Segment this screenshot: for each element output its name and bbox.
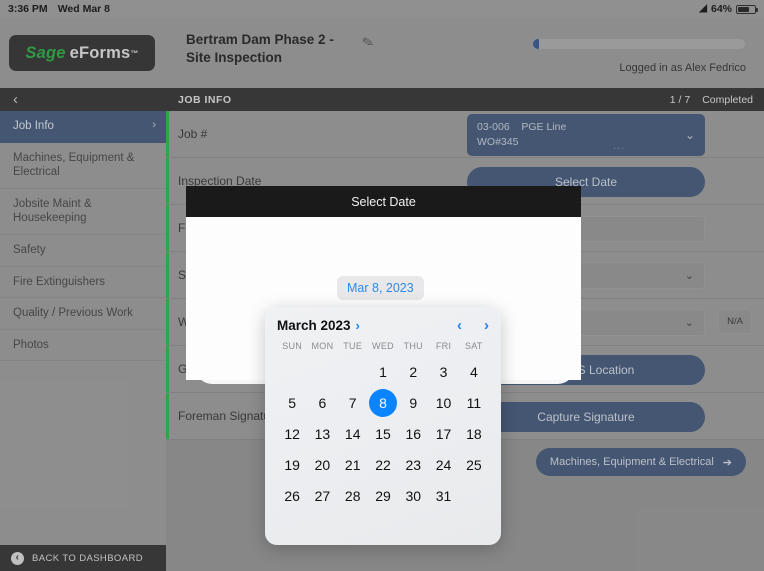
calendar-prev-month-icon[interactable]: ‹ xyxy=(457,317,462,334)
calendar-day-16[interactable]: 16 xyxy=(398,419,428,449)
calendar-day-blank xyxy=(338,357,368,387)
calendar-weekday-sat: SAT xyxy=(464,341,483,351)
calendar-popover: March 2023 › ‹ › SUN MON TUE WED THU FRI SAT 1 2… xyxy=(265,307,501,545)
calendar-month-selector[interactable]: March 2023 › xyxy=(277,318,360,333)
calendar-day-21[interactable]: 21 xyxy=(338,450,368,480)
calendar-day-13[interactable]: 13 xyxy=(307,419,337,449)
calendar-day-23[interactable]: 23 xyxy=(398,450,428,480)
calendar-weekday-sun: SUN xyxy=(282,341,303,351)
calendar-day-9[interactable]: 9 xyxy=(398,388,428,418)
calendar-day-27[interactable]: 27 xyxy=(307,481,337,511)
calendar-day-30[interactable]: 30 xyxy=(398,481,428,511)
calendar-month-label: March 2023 xyxy=(277,318,351,333)
selected-date-pill[interactable]: Mar 8, 2023 xyxy=(337,276,424,300)
calendar-day-20[interactable]: 20 xyxy=(307,450,337,480)
calendar-day-11[interactable]: 11 xyxy=(459,388,489,418)
calendar-weekday-mon: MON xyxy=(311,341,334,351)
calendar-weekday-fri: FRI xyxy=(435,341,452,351)
calendar-day-26[interactable]: 26 xyxy=(277,481,307,511)
calendar-day-31[interactable]: 31 xyxy=(428,481,458,511)
calendar-day-28[interactable]: 28 xyxy=(338,481,368,511)
calendar-day-6[interactable]: 6 xyxy=(307,388,337,418)
select-date-modal: Select Date Mar 8, 2023 xyxy=(186,186,581,380)
chevron-right-icon: › xyxy=(355,318,360,333)
calendar-grid: SUN MON TUE WED THU FRI SAT 1 2 3 4 5 6 7 8 9 10 11 12 13 14… xyxy=(277,341,489,511)
calendar-day-4[interactable]: 4 xyxy=(459,357,489,387)
calendar-day-blank xyxy=(307,357,337,387)
calendar-next-month-icon[interactable]: › xyxy=(484,317,489,334)
calendar-weekday-thu: THU xyxy=(403,341,423,351)
calendar-day-22[interactable]: 22 xyxy=(368,450,398,480)
calendar-day-7[interactable]: 7 xyxy=(338,388,368,418)
calendar-day-15[interactable]: 15 xyxy=(368,419,398,449)
calendar-day-2[interactable]: 2 xyxy=(398,357,428,387)
calendar-day-blank xyxy=(277,357,307,387)
calendar-day-1[interactable]: 1 xyxy=(368,357,398,387)
calendar-header: March 2023 › ‹ › xyxy=(277,317,489,334)
calendar-weekday-wed: WED xyxy=(372,341,394,351)
calendar-day-18[interactable]: 18 xyxy=(459,419,489,449)
calendar-day-25[interactable]: 25 xyxy=(459,450,489,480)
calendar-weekday-tue: TUE xyxy=(343,341,363,351)
calendar-day-5[interactable]: 5 xyxy=(277,388,307,418)
calendar-day-8[interactable]: 8 xyxy=(368,388,398,418)
app-root: 3:36 PM Wed Mar 8 ◢ 64% Sage eForms ™ ‹ … xyxy=(0,0,764,571)
calendar-day-14[interactable]: 14 xyxy=(338,419,368,449)
calendar-day-selected: 8 xyxy=(368,389,397,417)
calendar-day-29[interactable]: 29 xyxy=(368,481,398,511)
calendar-day-3[interactable]: 3 xyxy=(428,357,458,387)
calendar-day-24[interactable]: 24 xyxy=(428,450,458,480)
calendar-day-10[interactable]: 10 xyxy=(428,388,458,418)
calendar-day-19[interactable]: 19 xyxy=(277,450,307,480)
calendar-day-12[interactable]: 12 xyxy=(277,419,307,449)
calendar-day-17[interactable]: 17 xyxy=(428,419,458,449)
modal-title: Select Date xyxy=(186,186,581,217)
